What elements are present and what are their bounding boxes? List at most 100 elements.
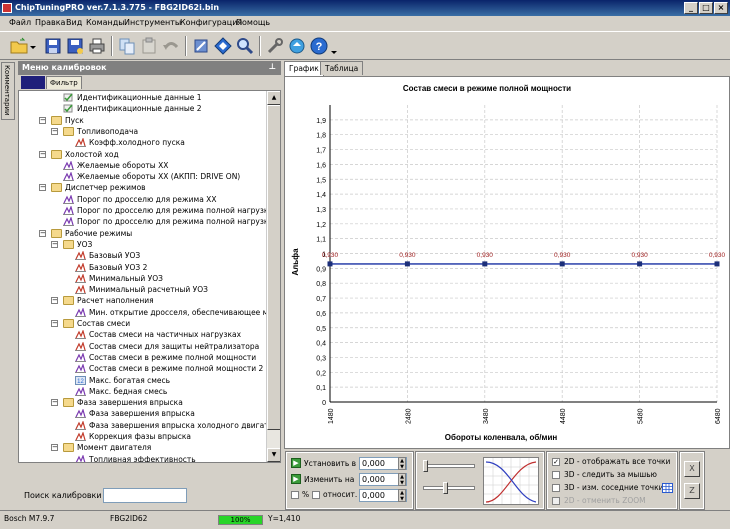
- tree-expander[interactable]: −: [39, 184, 46, 192]
- tree-expander[interactable]: −: [39, 229, 46, 237]
- set-value-spinner[interactable]: ▲ ▼: [398, 457, 406, 470]
- pin-icon[interactable]: ⊥: [269, 62, 276, 71]
- scroll-up-button[interactable]: ▲: [267, 91, 280, 105]
- menu-help[interactable]: Помощь: [236, 18, 270, 27]
- map-icon: [75, 250, 86, 261]
- change-arrow-icon[interactable]: ▶: [291, 474, 301, 484]
- minimize-button[interactable]: _: [684, 2, 698, 14]
- curve-preview-icon[interactable]: [483, 457, 539, 505]
- paste-icon[interactable]: [140, 37, 158, 55]
- option-neighbor-points-checkbox[interactable]: [552, 484, 560, 492]
- relative-value-spinner[interactable]: ▲ ▼: [398, 489, 406, 502]
- close-button[interactable]: ×: [714, 2, 728, 14]
- tree-item-label: Фаза завершения впрыска холодного двигат…: [89, 420, 274, 430]
- zoom-z-button[interactable]: Z: [684, 483, 700, 499]
- dropdown-arrow-icon[interactable]: [30, 37, 36, 55]
- chart-title: Состав смеси в режиме полной мощности: [403, 84, 571, 93]
- tree-item-label: Состав смеси: [77, 319, 131, 328]
- curve-icon: [63, 205, 74, 215]
- tree-expander[interactable]: −: [51, 444, 58, 452]
- side-strip: [0, 61, 16, 509]
- folder-icon: [51, 115, 62, 125]
- close-x-button[interactable]: X: [684, 461, 700, 477]
- scroll-down-button[interactable]: ▼: [267, 448, 280, 462]
- app-icon: [2, 3, 12, 13]
- tree-item-label: Фаза завершения впрыска: [89, 409, 195, 419]
- tree-item-label: Диспетчер режимов: [65, 183, 146, 193]
- comments-tab[interactable]: Комментарии: [1, 62, 15, 120]
- slider-2-thumb[interactable]: [443, 482, 448, 494]
- overflow-arrow-icon[interactable]: [331, 37, 337, 55]
- refresh-icon[interactable]: [288, 37, 306, 55]
- tab-filter[interactable]: Фильтр: [46, 76, 82, 89]
- search-input[interactable]: [103, 488, 187, 503]
- x-tick-label: 3480: [483, 408, 490, 424]
- tree-expander[interactable]: −: [39, 150, 46, 158]
- tree-expander[interactable]: −: [51, 240, 58, 248]
- tree-scrollbar[interactable]: ▲ ▼: [266, 91, 280, 462]
- data-point: [714, 261, 720, 267]
- undo-icon[interactable]: [162, 37, 180, 55]
- tree-expander[interactable]: −: [51, 297, 58, 305]
- data-label: 0,930: [399, 252, 416, 259]
- menu-config[interactable]: Конфигурация: [180, 18, 242, 27]
- tools-icon[interactable]: [192, 37, 210, 55]
- option-cancel-zoom-checkbox: [552, 497, 560, 505]
- check-icon: [63, 104, 74, 113]
- change-value-spinner[interactable]: ▲ ▼: [398, 473, 406, 486]
- tree-expander[interactable]: −: [51, 399, 58, 407]
- relative-checkbox[interactable]: [312, 491, 320, 499]
- folder-icon: [63, 296, 74, 306]
- tree-expander[interactable]: −: [39, 116, 46, 124]
- save-icon[interactable]: [44, 37, 62, 55]
- line-chart[interactable]: 00,10,20,30,40,50,60,70,80,911,11,21,31,…: [285, 77, 729, 448]
- x-tick-label: 2480: [405, 408, 412, 424]
- status-ecu: Bosch M7.9.7: [4, 514, 55, 523]
- diamond-icon[interactable]: [214, 37, 232, 55]
- search-area: Поиск калибровки: [18, 466, 281, 509]
- set-arrow-icon[interactable]: ▶: [291, 458, 301, 468]
- menu-edit[interactable]: Правка: [35, 18, 65, 27]
- slider-1-thumb[interactable]: [423, 460, 428, 472]
- tab-all[interactable]: [21, 76, 45, 89]
- value-icon: 12: [75, 375, 86, 385]
- title-bar: ChipTuningPRO ver.7.1.3.775 - FBG2ID62i.…: [0, 0, 730, 16]
- print-icon[interactable]: [88, 37, 106, 55]
- save-as-icon[interactable]: [66, 37, 84, 55]
- maximize-button[interactable]: □: [699, 2, 713, 14]
- tree-expander[interactable]: −: [51, 320, 58, 327]
- tree-item-label: Состав смеси в режиме полной мощности 2: [89, 364, 264, 374]
- tree-expander[interactable]: −: [51, 127, 58, 135]
- y-tick-label: 0,6: [316, 311, 326, 318]
- menu-file[interactable]: Файл: [9, 18, 31, 27]
- search-icon[interactable]: [236, 37, 254, 55]
- tree-item-label: Макс. богатая смесь: [89, 375, 171, 385]
- settings-icon[interactable]: [266, 37, 284, 55]
- y-tick-label: 1,4: [316, 192, 326, 199]
- horizontal-slider-1[interactable]: [423, 464, 475, 468]
- menu-view[interactable]: Вид: [66, 18, 82, 27]
- grid-icon[interactable]: [662, 483, 673, 493]
- y-tick-label: 1,3: [316, 207, 326, 214]
- y-tick-label: 0,8: [316, 281, 326, 288]
- menu-commands[interactable]: Команды: [86, 18, 125, 27]
- horizontal-slider-2[interactable]: [423, 486, 475, 490]
- percent-checkbox[interactable]: [291, 491, 299, 499]
- map-icon: [75, 419, 86, 430]
- y-tick-label: 0,5: [316, 326, 326, 333]
- help-icon[interactable]: ?: [310, 37, 328, 55]
- option-follow-mouse-checkbox[interactable]: [552, 471, 560, 479]
- scroll-thumb[interactable]: [267, 105, 280, 430]
- tab-table[interactable]: Таблица: [320, 61, 364, 75]
- copy-icon[interactable]: [118, 37, 136, 55]
- open-folder-icon[interactable]: [10, 37, 28, 55]
- option-show-all-points-checkbox[interactable]: ✓: [552, 458, 560, 466]
- menu-tools[interactable]: Инструменты: [124, 18, 181, 27]
- folder-icon: [63, 398, 74, 408]
- tab-graph[interactable]: График: [284, 61, 324, 76]
- tree-item-label: Порог по дросселю для режима ХХ: [77, 194, 217, 204]
- y-tick-label: 0,7: [316, 296, 326, 303]
- svg-text:?: ?: [316, 41, 323, 53]
- tree-item-label: Топливоподача: [77, 126, 139, 136]
- search-label: Поиск калибровки: [24, 491, 102, 500]
